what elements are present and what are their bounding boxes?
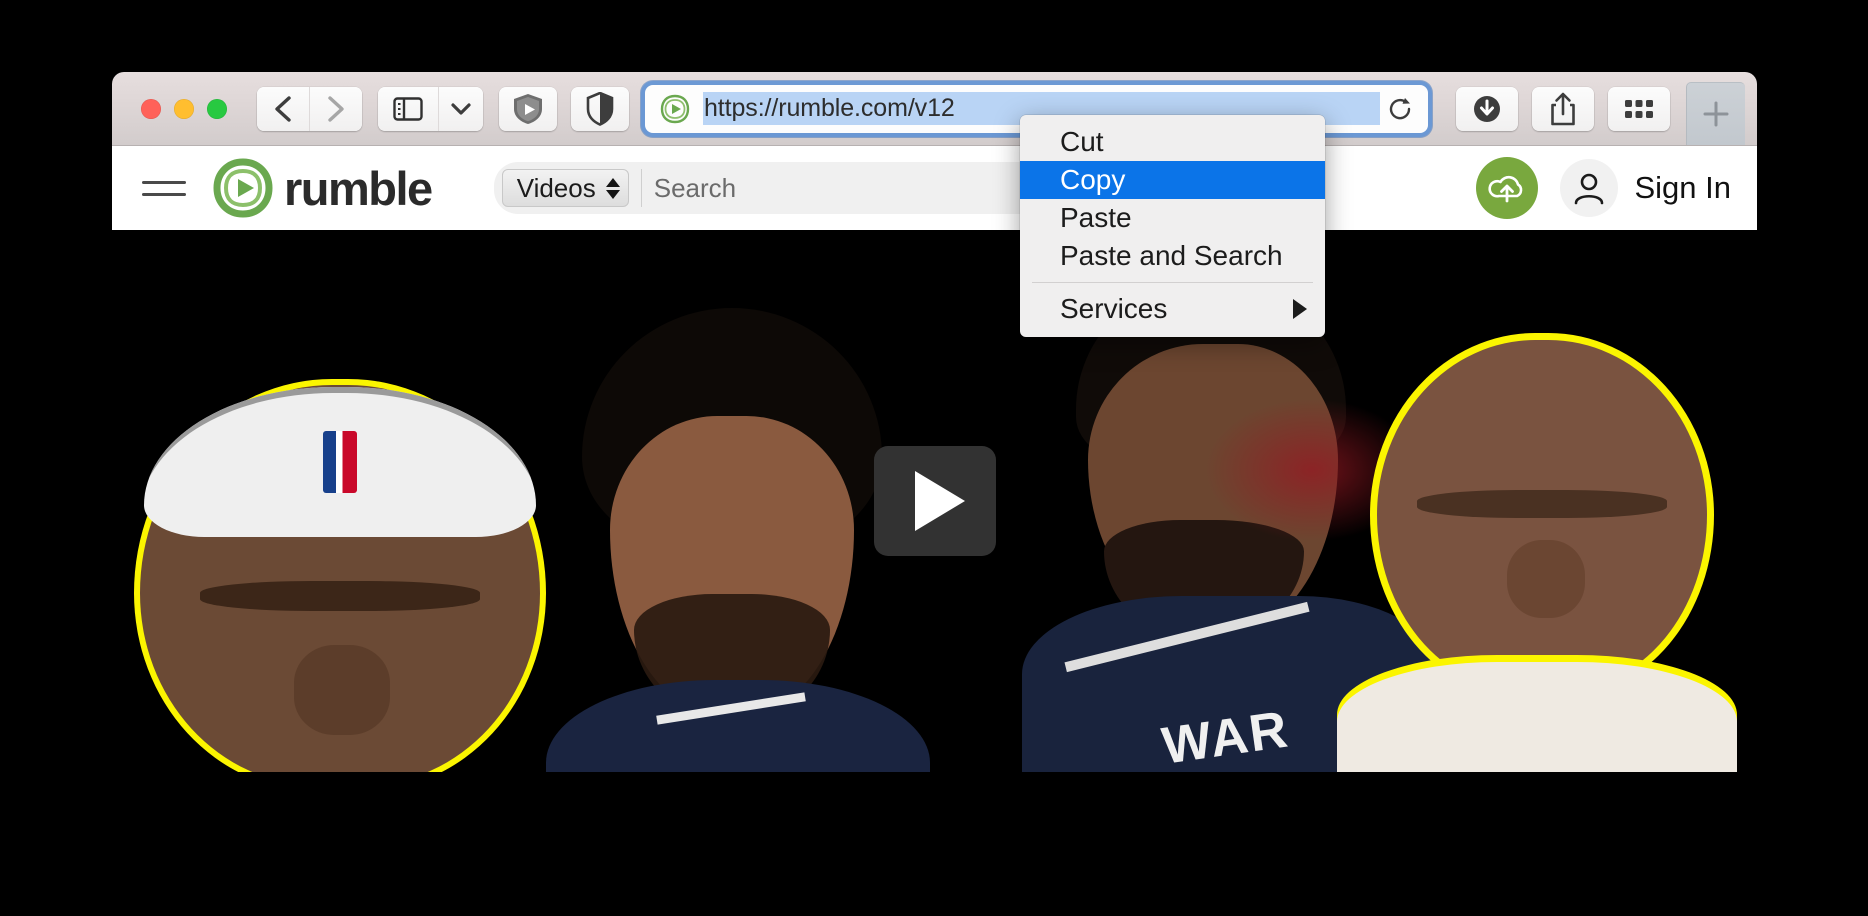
context-menu-item-paste-and-search[interactable]: Paste and Search [1020,237,1325,275]
context-menu-item-cut[interactable]: Cut [1020,123,1325,161]
stepper-arrows-icon [606,178,620,199]
context-menu-label: Services [1060,293,1167,325]
reload-icon [1386,95,1414,123]
privacy-report-icon [586,92,614,126]
video-thumbnail[interactable]: WAR [112,230,1757,772]
new-tab-button[interactable] [1686,82,1745,145]
rumble-favicon [659,93,691,125]
page-content: rumble Videos [112,146,1757,772]
tab-overview-icon [1622,96,1656,122]
context-menu-item-copy[interactable]: Copy [1020,161,1325,199]
cloud-upload-icon [1487,168,1527,208]
context-menu-label: Paste and Search [1060,240,1283,272]
context-menu: Cut Copy Paste Paste and Search Services [1020,115,1325,337]
browser-toolbar: https://rumble.com/v12 [112,72,1757,146]
context-menu-label: Paste [1060,202,1132,234]
browser-window: https://rumble.com/v12 [112,72,1757,772]
context-menu-item-services[interactable]: Services [1020,290,1325,328]
context-menu-label: Cut [1060,126,1104,158]
sign-in-button[interactable]: Sign In [1560,159,1731,217]
rumble-logo[interactable]: rumble [212,157,432,219]
rumble-logo-icon [212,157,274,219]
chevron-down-icon [450,102,472,116]
reload-button[interactable] [1380,89,1420,129]
search-type-label: Videos [517,173,596,204]
rumble-wordmark: rumble [284,165,432,212]
context-menu-label: Copy [1060,164,1125,196]
sidebar-toggle-button[interactable] [378,87,438,131]
play-button[interactable] [874,446,996,556]
screen: https://rumble.com/v12 [0,0,1868,916]
search-divider [641,169,642,207]
back-button[interactable] [257,87,309,131]
hamburger-menu-icon[interactable] [142,171,186,205]
search-type-select[interactable]: Videos [502,169,629,207]
minimize-button[interactable] [174,99,194,119]
tab-group-button[interactable] [438,87,483,131]
sign-in-label: Sign In [1634,170,1731,206]
upload-button[interactable] [1476,157,1538,219]
header-actions: Sign In [1476,157,1731,219]
download-icon [1470,92,1504,126]
plus-icon [1699,97,1733,131]
sidebar-controls [378,87,483,131]
submenu-arrow-icon [1293,299,1307,319]
share-button[interactable] [1532,87,1594,131]
navigation-buttons [257,87,362,131]
tab-overview-button[interactable] [1608,87,1670,131]
video-subject-second [582,308,882,772]
search-bar: Videos [494,162,1054,214]
context-menu-item-paste[interactable]: Paste [1020,199,1325,237]
chevron-left-icon [272,94,294,124]
chevron-right-icon [325,94,347,124]
search-input[interactable] [652,172,1048,205]
downloads-button[interactable] [1456,87,1518,131]
share-icon [1548,91,1578,127]
sidebar-icon [393,97,423,121]
shield-icon [511,92,545,126]
privacy-report-button[interactable] [571,87,629,131]
site-header: rumble Videos [112,146,1757,230]
person-avatar-icon [1560,159,1618,217]
forward-button[interactable] [309,87,362,131]
toolbar-right-actions [1456,87,1670,131]
video-subject-left [122,345,562,772]
play-button-icon [915,471,965,531]
jersey-wordmark: WAR [1158,699,1292,772]
context-menu-separator [1032,282,1313,283]
maximize-button[interactable] [207,99,227,119]
video-subject-right [1347,340,1737,772]
extension-shield-button[interactable] [499,87,557,131]
close-button[interactable] [141,99,161,119]
window-controls [141,99,227,119]
